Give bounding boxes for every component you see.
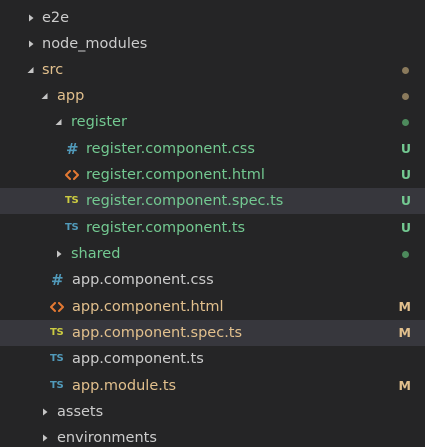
tree-item-label: register [71,114,127,130]
tree-folder-assets[interactable]: assets [0,399,425,425]
tree-folder-src[interactable]: src [0,57,425,83]
git-status-badge: M [398,378,411,393]
css-hash-icon: # [66,140,79,158]
tree-item-label: src [42,62,64,78]
typescript-icon: TS [65,222,79,233]
file-explorer-tree: e2e node_modules src app register # regi… [0,0,425,447]
git-status-badge: M [398,299,411,314]
tree-item-label: app.component.html [72,299,224,315]
git-status-badge: M [398,325,411,340]
tree-folder-app[interactable]: app [0,83,425,109]
typescript-icon: TS [50,380,64,391]
tree-item-label: e2e [42,10,70,26]
chevron-down-icon [38,83,52,109]
tree-file-app-component-ts[interactable]: TS app.component.ts [0,346,425,372]
typescript-spec-icon: TS [50,327,64,338]
tree-file-register-component-css[interactable]: # register.component.css U [0,136,425,162]
tree-folder-e2e[interactable]: e2e [0,5,425,31]
chevron-right-icon [24,31,38,57]
tree-folder-environments[interactable]: environments [0,425,425,447]
modified-dot-icon [402,67,409,74]
tree-item-label: environments [57,430,157,446]
untracked-dot-icon [402,251,409,258]
modified-dot-icon [402,93,409,100]
git-status-badge: U [400,141,411,156]
chevron-down-icon [52,109,66,135]
chevron-down-icon [24,57,38,83]
chevron-right-icon [24,5,38,31]
tree-file-app-component-html[interactable]: app.component.html M [0,294,425,320]
tree-item-label: register.component.html [86,167,265,183]
tree-file-register-component-spec-ts[interactable]: TS register.component.spec.ts U [0,188,425,214]
tree-item-label: app [57,88,85,104]
tree-item-label: register.component.spec.ts [86,193,284,209]
tree-item-label: app.component.ts [72,351,204,367]
tree-file-register-component-html[interactable]: register.component.html U [0,162,425,188]
tree-item-label: register.component.ts [86,220,246,236]
tree-item-label: assets [57,404,104,420]
git-status-badge: U [400,167,411,182]
untracked-dot-icon [402,119,409,126]
tree-item-label: register.component.css [86,141,255,157]
css-hash-icon: # [51,271,64,289]
tree-item-label: shared [71,246,121,262]
typescript-icon: TS [50,353,64,364]
tree-item-label: node_modules [42,36,148,52]
tree-folder-shared[interactable]: shared [0,241,425,267]
chevron-right-icon [52,241,66,267]
tree-item-label: app.module.ts [72,378,177,394]
tree-item-label: app.component.css [72,272,214,288]
tree-file-app-component-spec-ts[interactable]: TS app.component.spec.ts M [0,320,425,346]
tree-file-register-component-ts[interactable]: TS register.component.ts U [0,215,425,241]
tree-folder-register[interactable]: register [0,109,425,135]
tree-item-label: app.component.spec.ts [72,325,243,341]
chevron-right-icon [38,425,52,447]
tree-file-app-module-ts[interactable]: TS app.module.ts M [0,373,425,399]
tree-folder-node-modules[interactable]: node_modules [0,31,425,57]
html-angle-brackets-icon [50,294,64,320]
tree-file-app-component-css[interactable]: # app.component.css [0,267,425,293]
chevron-right-icon [38,399,52,425]
git-status-badge: U [400,193,411,208]
html-angle-brackets-icon [65,162,79,188]
git-status-badge: U [400,220,411,235]
typescript-spec-icon: TS [65,195,79,206]
